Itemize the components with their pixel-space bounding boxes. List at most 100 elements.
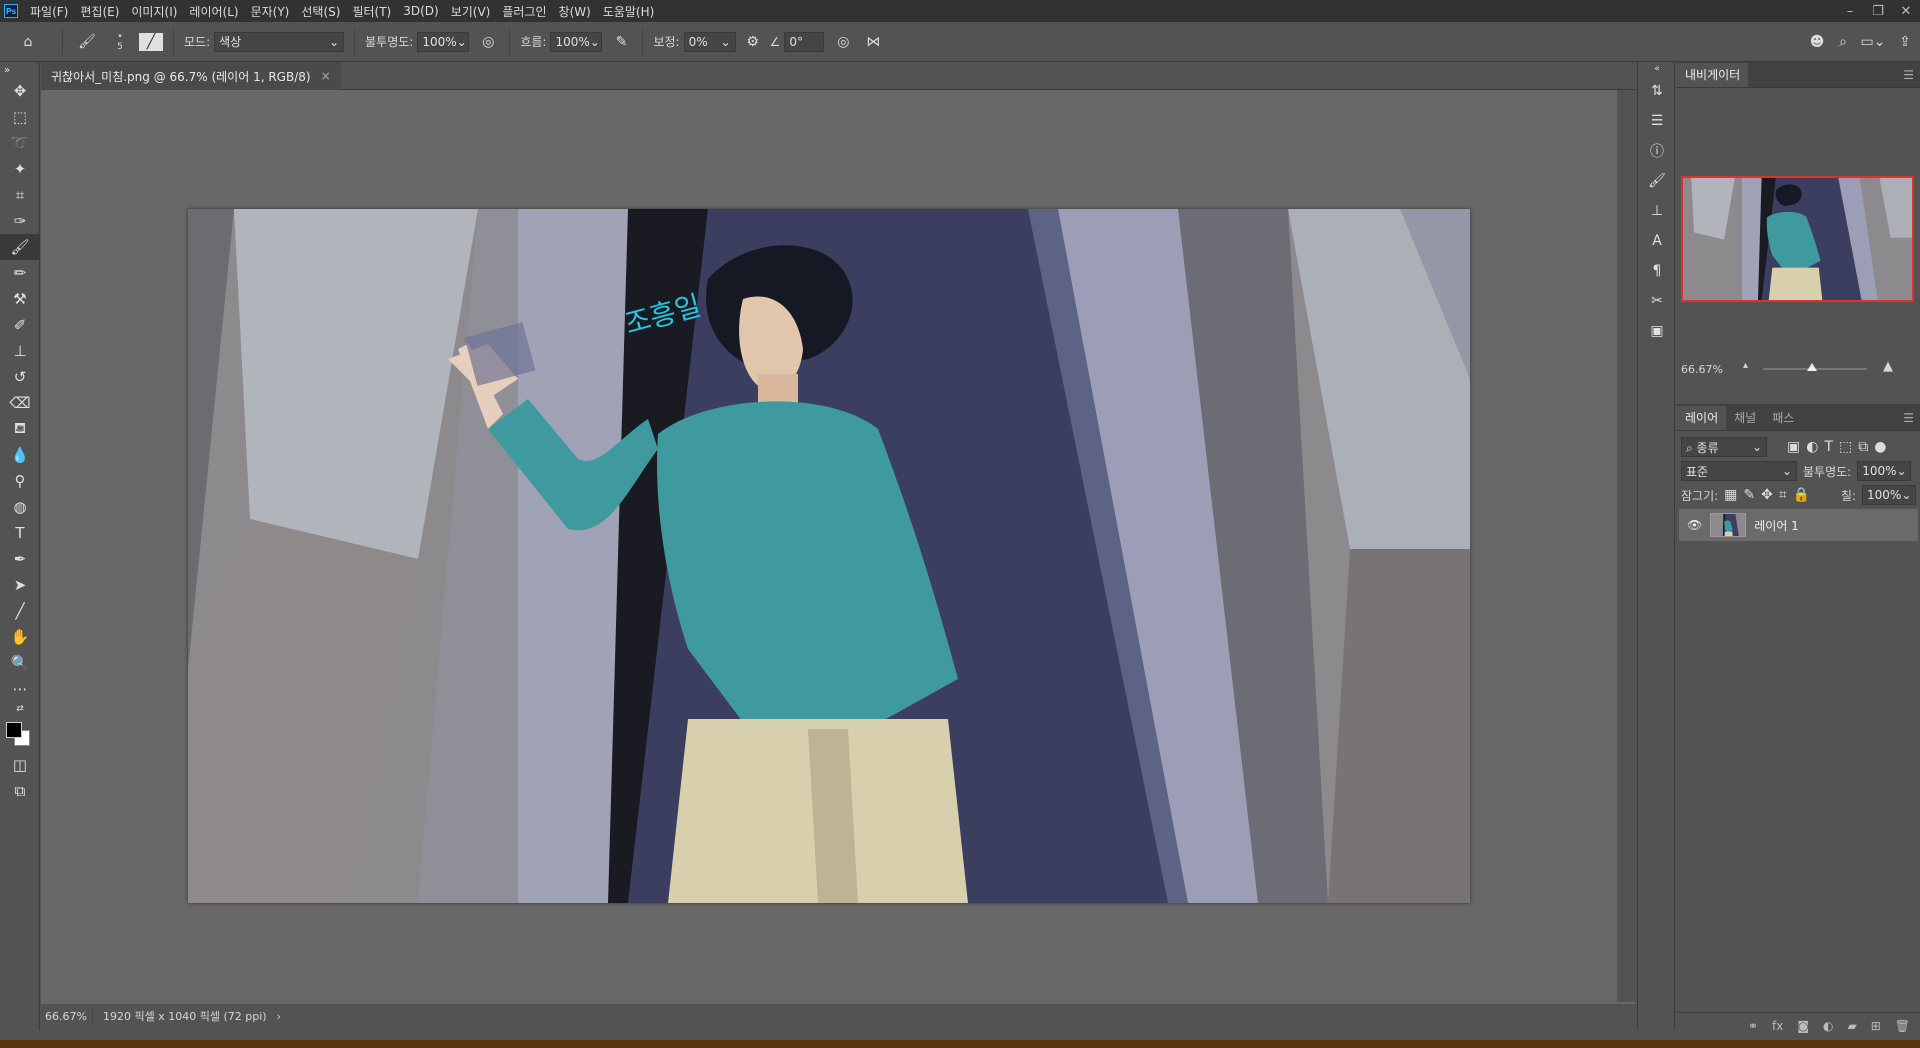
menu-layer[interactable]: 레이어(L) (183, 3, 244, 20)
lock-artboard-icon[interactable]: ⌗ (1779, 487, 1787, 503)
eraser-tool-icon[interactable]: ⌫ (0, 390, 40, 416)
brush-preset-icon[interactable]: 🖌 (69, 22, 105, 62)
blur-tool-icon[interactable]: 💧 (0, 442, 40, 468)
tab-paths[interactable]: 패스 (1764, 406, 1802, 430)
minimize-icon[interactable]: – (1836, 4, 1864, 19)
close-tab-icon[interactable]: × (321, 69, 331, 83)
angle-input[interactable]: 0° (784, 31, 825, 52)
lock-all-icon[interactable]: 🔒 (1793, 487, 1810, 503)
document-tab[interactable]: 귀찮아서_미침.png @ 66.7% (레이어 1, RGB/8) × (41, 62, 341, 90)
brush-panel-icon[interactable]: 🖌 (1638, 166, 1676, 196)
color-replacement-tool-icon[interactable]: ⚒ (0, 286, 40, 312)
workspace-icon[interactable]: ▭⌄ (1856, 22, 1890, 62)
status-zoom[interactable]: 66.67% (41, 1009, 93, 1023)
adjustments-panel-icon[interactable]: ☰ (1638, 106, 1676, 136)
marquee-tool-icon[interactable]: ⬚ (0, 104, 40, 130)
close-window-icon[interactable]: ✕ (1892, 4, 1920, 19)
new-layer-icon[interactable]: ⊞ (1871, 1019, 1881, 1033)
gear-icon[interactable]: ⚙ (740, 22, 766, 62)
clone-source-panel-icon[interactable]: ⊥ (1638, 196, 1676, 226)
filter-smart-object-icon[interactable]: ⧉ (1858, 439, 1868, 455)
more-tools-icon[interactable]: ⋯ (0, 676, 40, 702)
navigator-thumbnail[interactable] (1681, 176, 1914, 302)
libraries-panel-icon[interactable]: ▣ (1638, 316, 1676, 346)
menu-type[interactable]: 문자(Y) (245, 3, 296, 20)
eyedropper-tool-icon[interactable]: ✑ (0, 208, 40, 234)
zoom-slider-handle[interactable] (1807, 363, 1817, 371)
panel-menu-icon[interactable]: ☰ (1903, 411, 1914, 425)
magic-wand-tool-icon[interactable]: ✦ (0, 156, 40, 182)
airbrush-icon[interactable]: ✎ (606, 22, 636, 62)
pencil-tool-icon[interactable]: ✏ (0, 260, 40, 286)
canvas[interactable]: 조흥일 (188, 209, 1470, 903)
collapse-left-icon[interactable]: « (1638, 62, 1676, 76)
quick-mask-icon[interactable]: ◫ (0, 752, 40, 778)
dodge-tool-icon[interactable]: ⚲ (0, 468, 40, 494)
move-tool-icon[interactable]: ✥ (0, 78, 40, 104)
tab-layers[interactable]: 레이어 (1677, 406, 1727, 430)
menu-view[interactable]: 보기(V) (445, 3, 497, 20)
link-layers-icon[interactable]: ⚭ (1748, 1019, 1758, 1033)
adjustment-layer-icon[interactable]: ◐ (1823, 1019, 1833, 1033)
share-user-icon[interactable]: ☻ (1804, 22, 1830, 62)
collapse-arrows-icon[interactable]: » (0, 62, 40, 78)
filter-shape-icon[interactable]: ⬚ (1839, 439, 1852, 455)
menu-edit[interactable]: 편집(E) (74, 3, 125, 20)
symmetry-icon[interactable]: ⋈ (858, 22, 888, 62)
zoom-tool-icon[interactable]: 🔍 (0, 650, 40, 676)
zoom-out-icon[interactable]: ▴ (1743, 360, 1748, 371)
mode-select[interactable]: 색상 ⌄ (214, 31, 345, 52)
menu-3d[interactable]: 3D(D) (397, 4, 444, 18)
menu-plugins[interactable]: 플러그인 (496, 3, 552, 20)
layer-row[interactable]: 👁 레이어 1 (1679, 509, 1918, 541)
lock-image-icon[interactable]: ✎ (1743, 487, 1755, 503)
menu-image[interactable]: 이미지(I) (125, 3, 183, 20)
menu-filter[interactable]: 필터(T) (346, 3, 397, 20)
path-selection-tool-icon[interactable]: ➤ (0, 572, 40, 598)
brush-size-picker[interactable]: • 5 (105, 22, 135, 62)
tools-panel-icon[interactable]: ✂ (1638, 286, 1676, 316)
new-group-icon[interactable]: ▰ (1847, 1019, 1856, 1033)
navigator-zoom-value[interactable]: 66.67% (1681, 363, 1723, 376)
pen-tool-icon[interactable]: ✒ (0, 546, 40, 572)
visibility-eye-icon[interactable]: 👁 (1687, 518, 1702, 532)
tab-navigator[interactable]: 내비게이터 (1677, 63, 1749, 87)
foreground-color[interactable] (6, 722, 22, 738)
brush-tool-icon[interactable]: 🖌 (0, 234, 40, 260)
filter-type-icon[interactable]: T (1824, 439, 1833, 455)
flow-input[interactable]: 100% ⌄ (550, 31, 603, 52)
info-panel-icon[interactable]: ⓘ (1638, 136, 1676, 166)
lock-position-icon[interactable]: ✥ (1761, 487, 1773, 503)
lasso-tool-icon[interactable]: ➰ (0, 130, 40, 156)
filter-pixel-icon[interactable]: ▣ (1787, 439, 1800, 455)
opacity-input[interactable]: 100% ⌄ (417, 31, 470, 52)
sponge-tool-icon[interactable]: ◍ (0, 494, 40, 520)
trash-icon[interactable]: 🗑 (1895, 1019, 1910, 1033)
menu-select[interactable]: 선택(S) (295, 3, 346, 20)
history-brush-tool-icon[interactable]: ↺ (0, 364, 40, 390)
status-arrow-icon[interactable]: › (277, 1010, 281, 1023)
tab-channels[interactable]: 채널 (1726, 406, 1764, 430)
clone-stamp-tool-icon[interactable]: ⊥ (0, 338, 40, 364)
panel-menu-icon[interactable]: ☰ (1903, 68, 1914, 82)
pressure-size-icon[interactable]: ◎ (828, 22, 858, 62)
menu-help[interactable]: 도움말(H) (597, 3, 661, 20)
lock-transparent-icon[interactable]: ▦ (1724, 487, 1737, 503)
crop-tool-icon[interactable]: ⌗ (0, 182, 40, 208)
search-icon[interactable]: ⌕ (1830, 22, 1856, 62)
brush-settings-icon[interactable]: ╱ (139, 32, 163, 51)
swap-colors-icon[interactable]: ⇄ (0, 702, 40, 716)
add-mask-icon[interactable]: ◙ (1797, 1019, 1809, 1033)
history-panel-icon[interactable]: ⇅ (1638, 76, 1676, 106)
home-icon[interactable]: ⌂ (0, 22, 56, 62)
paint-bucket-tool-icon[interactable]: ⛾ (0, 416, 40, 442)
filter-adjustment-icon[interactable]: ◐ (1806, 439, 1818, 455)
vertical-scrollbar[interactable] (1617, 90, 1635, 1002)
share-icon[interactable]: ⇪ (1890, 22, 1920, 62)
blend-mode-select[interactable]: 표준 ⌄ (1681, 461, 1797, 481)
fx-icon[interactable]: fx (1772, 1019, 1783, 1033)
fill-input[interactable]: 100% ⌄ (1862, 485, 1916, 505)
menu-file[interactable]: 파일(F) (24, 3, 74, 20)
menu-window[interactable]: 창(W) (553, 3, 597, 20)
line-tool-icon[interactable]: ╱ (0, 598, 40, 624)
